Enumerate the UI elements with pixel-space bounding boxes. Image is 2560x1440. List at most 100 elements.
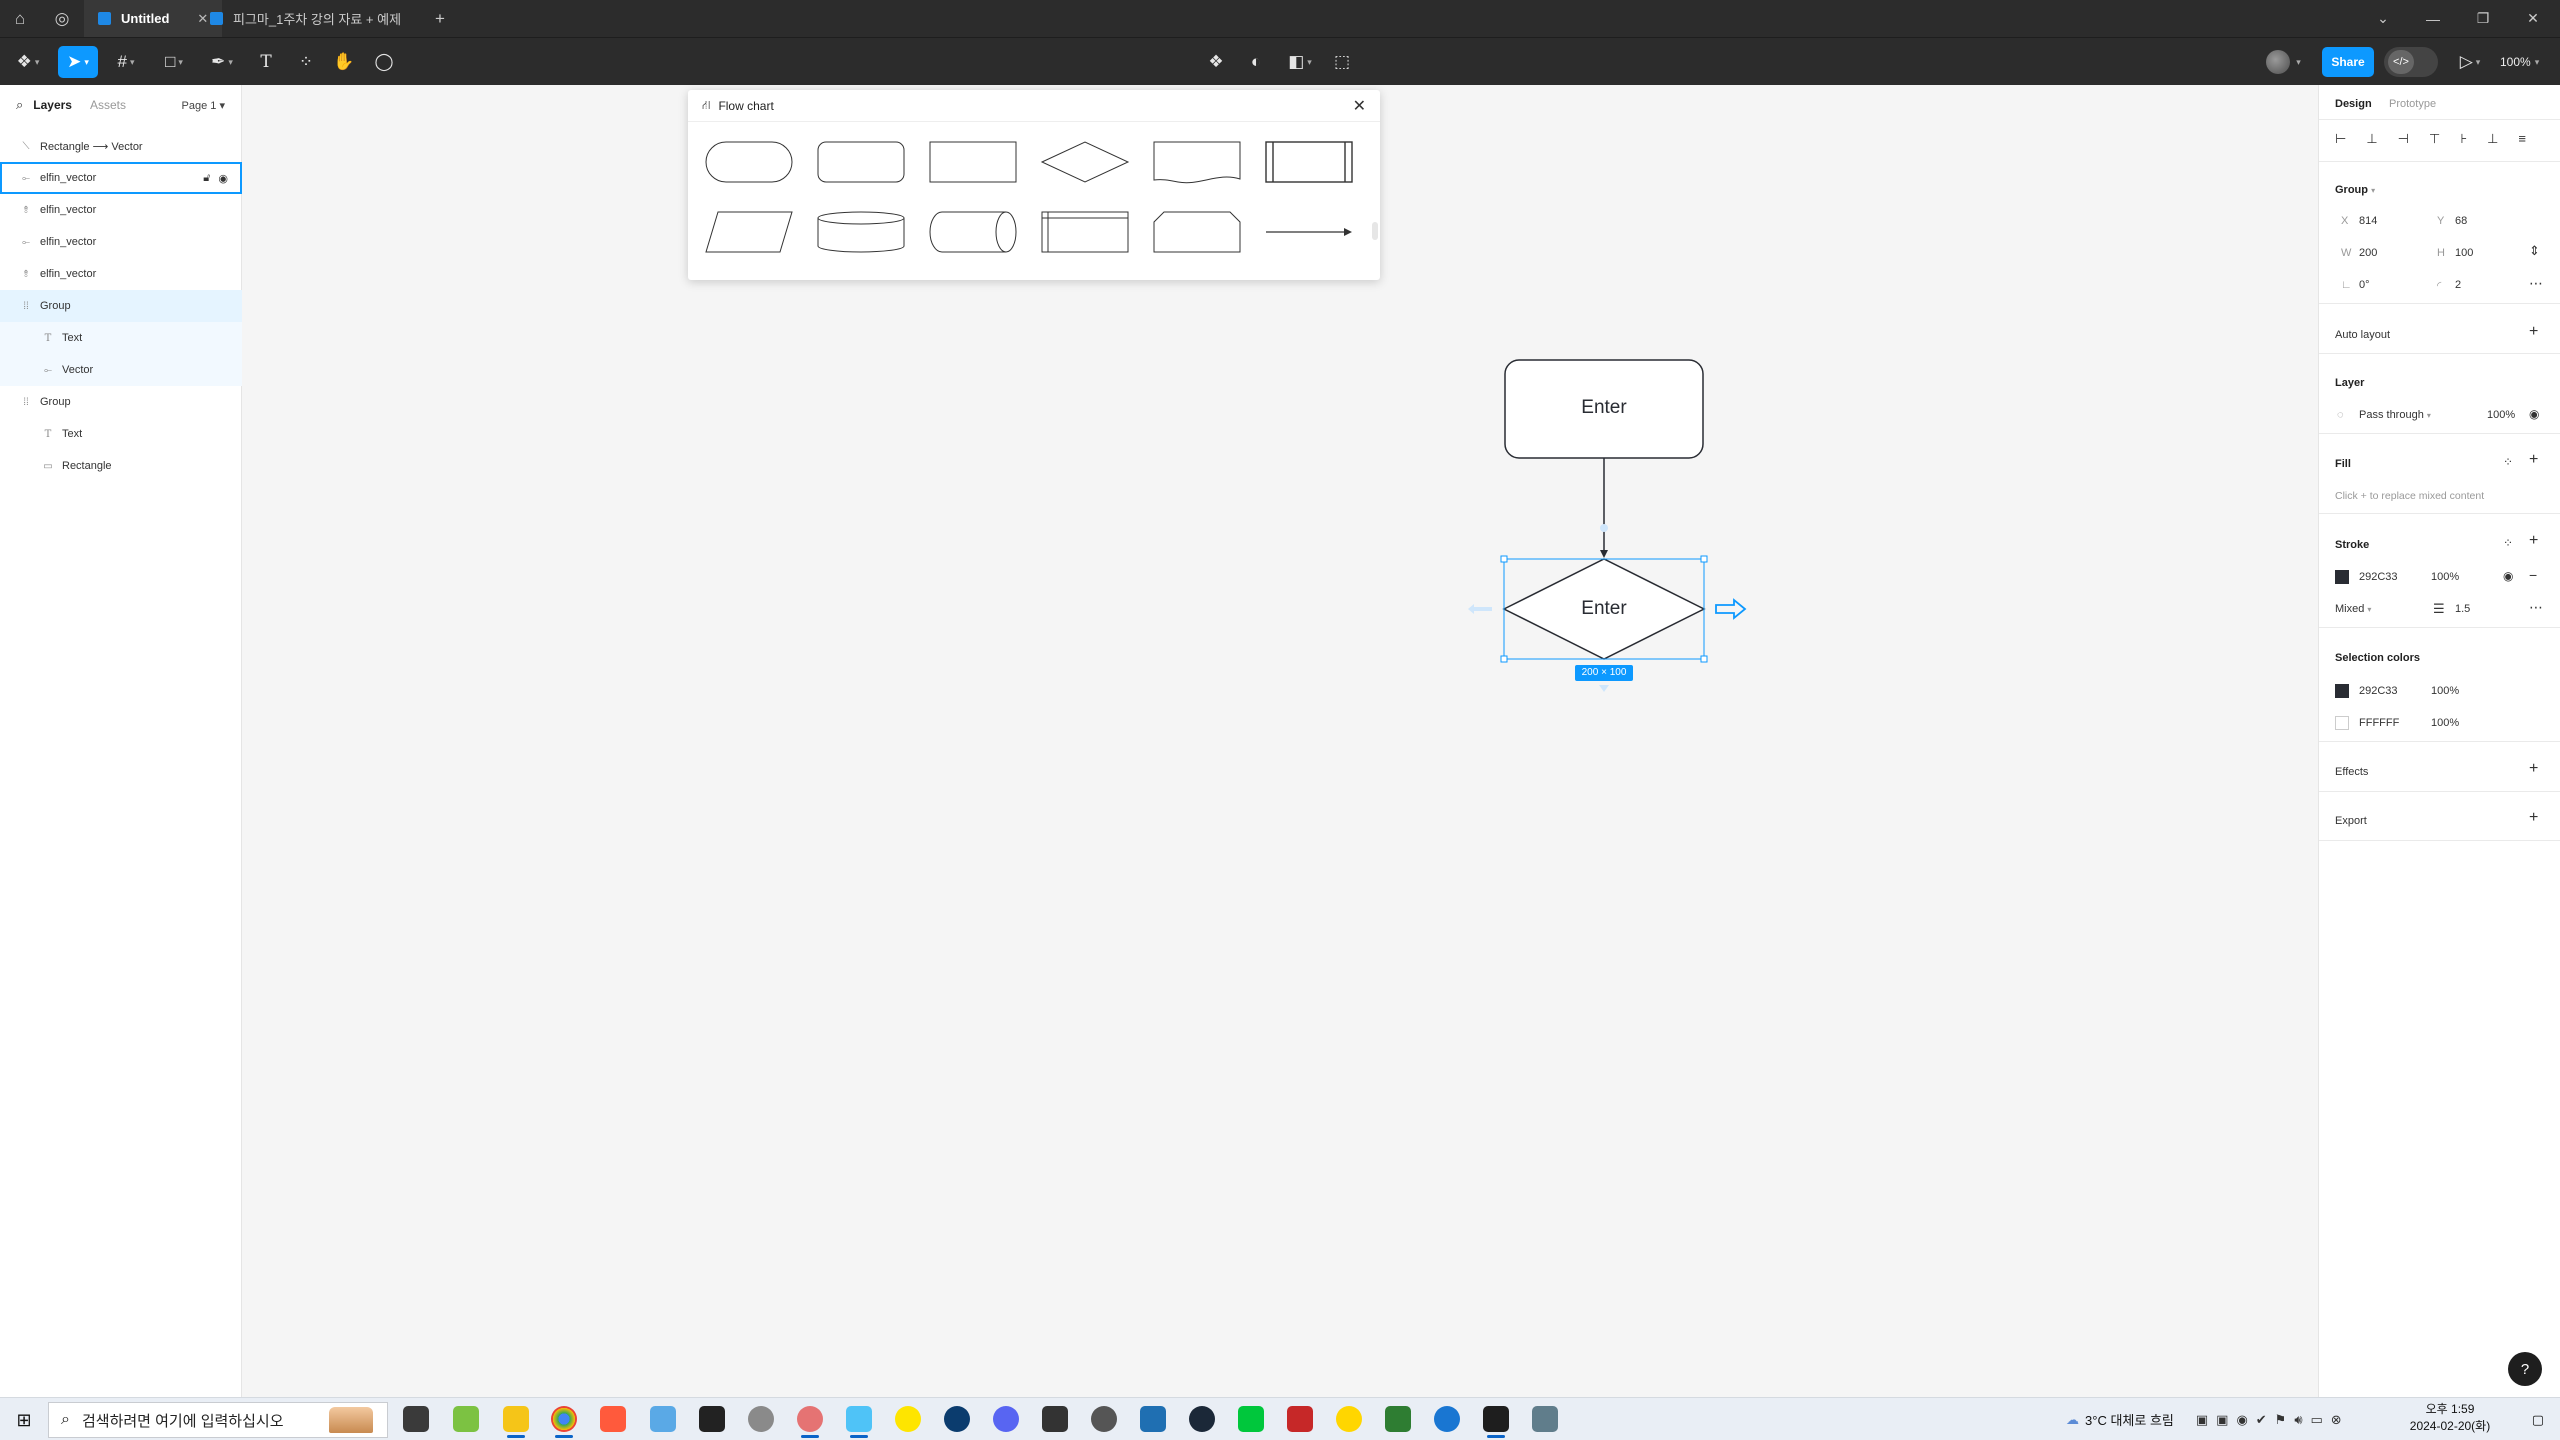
connection-handle-top[interactable] (1600, 524, 1608, 532)
crop-button[interactable]: ⬚ (1326, 46, 1358, 78)
minimize-icon[interactable]: — (2408, 0, 2458, 37)
dev-mode-toggle[interactable]: </> (2384, 47, 2438, 77)
avatar[interactable] (2266, 50, 2290, 74)
app-icon-red[interactable] (600, 1406, 626, 1432)
selection-color-swatch[interactable] (2335, 684, 2349, 698)
main-menu-button[interactable]: ❖ ▾ (12, 46, 44, 78)
help-button[interactable]: ? (2508, 1352, 2542, 1386)
resize-handle[interactable] (1700, 555, 1708, 563)
app-icon-navy[interactable] (944, 1406, 970, 1432)
resources-button[interactable]: ⁘ (290, 46, 322, 78)
add-stroke-icon[interactable]: + (2529, 532, 2538, 550)
more-options-icon[interactable]: ⋯ (2529, 599, 2543, 616)
text-tool-button[interactable]: T (250, 46, 282, 78)
stroke-swatch[interactable] (2335, 570, 2349, 584)
camera-icon[interactable] (1532, 1406, 1558, 1432)
component-button[interactable]: ❖ (1200, 46, 1232, 78)
app-icon-sticky[interactable] (699, 1406, 725, 1432)
shape-terminal[interactable] (705, 141, 793, 183)
figma-taskbar-icon[interactable] (1483, 1406, 1509, 1438)
close-window-icon[interactable]: ✕ (2508, 0, 2558, 37)
eye-icon[interactable]: ◉ (2529, 407, 2539, 421)
app-icon-arrow[interactable] (1434, 1406, 1460, 1432)
resize-handle[interactable] (1500, 555, 1508, 563)
corner-radius-field[interactable]: 2 (2455, 279, 2461, 291)
hand-tool-button[interactable]: ✋ (328, 46, 360, 78)
shape-process[interactable] (929, 141, 1017, 183)
canvas[interactable]: Enter Enter 200 × 100 (242, 85, 2318, 1397)
align-top-icon[interactable]: ⊤ (2429, 131, 2440, 147)
file-explorer-icon[interactable] (503, 1406, 529, 1438)
add-export-icon[interactable]: + (2529, 809, 2538, 827)
home-icon[interactable]: ⌂ (0, 0, 40, 37)
shape-stored-data[interactable] (929, 211, 1017, 253)
weather-text[interactable]: 3°C 대체로 흐림 (2085, 1410, 2174, 1429)
distribute-icon[interactable]: ≡ (2518, 131, 2526, 147)
align-right-icon[interactable]: ⊣ (2398, 131, 2409, 147)
remove-stroke-icon[interactable]: − (2529, 567, 2537, 583)
add-node-bottom-icon[interactable] (1599, 685, 1609, 692)
windows-start-icon[interactable]: ⊞ (10, 1406, 38, 1434)
page-selector[interactable]: Page 1 ▾ (182, 99, 225, 112)
stroke-color-field[interactable]: 292C33 (2359, 571, 2398, 583)
tab-assets[interactable]: Assets (90, 98, 126, 112)
add-effect-icon[interactable]: + (2529, 760, 2538, 778)
eye-icon[interactable]: ◉ (218, 172, 228, 185)
x-field[interactable]: 814 (2359, 215, 2377, 227)
restore-icon[interactable]: ❐ (2458, 0, 2508, 37)
align-left-icon[interactable]: ⊢ (2335, 131, 2346, 147)
add-node-right-icon[interactable] (1715, 598, 1747, 620)
task-view-icon[interactable] (403, 1406, 429, 1432)
w-field[interactable]: 200 (2359, 247, 2377, 259)
clock[interactable]: 오후 1:59 2024-02-20(화) (2408, 1401, 2492, 1435)
zoom-menu[interactable]: 100% ▾ (2500, 47, 2539, 77)
shape-tool-button[interactable]: □ ▾ (158, 46, 190, 78)
layer-row[interactable]: ⟜ Vector (0, 354, 242, 386)
frame-tool-button[interactable]: # ▾ (110, 46, 142, 78)
stroke-position-select[interactable]: Mixed ▾ (2335, 603, 2371, 615)
h-field[interactable]: 100 (2455, 247, 2473, 259)
comment-tool-button[interactable]: ◯ (368, 46, 400, 78)
align-bottom-icon[interactable]: ⊥ (2487, 131, 2498, 147)
app-icon-blue[interactable] (846, 1406, 872, 1438)
layer-row[interactable]: T Text (0, 322, 242, 354)
tab-design[interactable]: Design (2335, 98, 2372, 110)
layer-row[interactable]: ⟜ elfin_vector (0, 226, 242, 258)
pen-tool-button[interactable]: ✒ ▾ (206, 46, 238, 78)
selection-color-hex[interactable]: FFFFFF (2359, 717, 2399, 729)
plugin-scrollbar[interactable] (1372, 222, 1378, 240)
eye-icon[interactable]: ◉ (2503, 569, 2513, 583)
community-icon[interactable]: ◎ (42, 0, 82, 37)
discord-icon[interactable] (993, 1406, 1019, 1432)
blend-mode-select[interactable]: Pass through ▾ (2359, 409, 2431, 421)
selection-color-swatch[interactable] (2335, 716, 2349, 730)
add-fill-icon[interactable]: + (2529, 451, 2538, 469)
selection-color-opacity[interactable]: 100% (2431, 685, 2459, 697)
boolean-button[interactable]: ◧ ▾ (1284, 46, 1316, 78)
unlock-icon[interactable]: 🔓︎ (203, 172, 210, 185)
shape-document[interactable] (1153, 141, 1241, 184)
app-icon-gear-alt[interactable] (748, 1406, 774, 1432)
calculator-icon[interactable] (1140, 1406, 1166, 1432)
app-icon-notes[interactable] (453, 1406, 479, 1432)
app-icon-remote[interactable] (650, 1406, 676, 1432)
notification-icon[interactable]: ▢ (2532, 1412, 2544, 1428)
layer-row[interactable]: ⁞⁞ Group (0, 386, 242, 418)
present-button[interactable]: ▷ ▾ (2454, 46, 2486, 78)
chevron-down-icon[interactable]: ⌄ (2358, 0, 2408, 37)
add-node-left-icon[interactable] (1468, 604, 1492, 614)
shape-rounded-rectangle[interactable] (817, 141, 905, 183)
stroke-weight-field[interactable]: 1.5 (2455, 603, 2470, 615)
tab-lecture[interactable]: 피그마_1주차 강의 자료 + 예제 (196, 0, 415, 37)
mask-button[interactable]: ◐ (1240, 46, 1272, 78)
y-field[interactable]: 68 (2455, 215, 2467, 227)
style-grid-icon[interactable]: ⁘ (2503, 455, 2513, 469)
layer-opacity-field[interactable]: 100% (2487, 409, 2515, 421)
shape-manual-input[interactable] (1153, 211, 1241, 253)
align-center-icon[interactable]: ⊥ (2366, 131, 2377, 147)
move-tool-button[interactable]: ➤ ▾ (58, 46, 98, 78)
stroke-opacity-field[interactable]: 100% (2431, 571, 2459, 583)
layer-row[interactable]: ⥉ elfin_vector (0, 258, 242, 290)
shape-decision[interactable] (1040, 141, 1130, 183)
layer-row[interactable]: ⟍ Rectangle ⟶ Vector (0, 130, 242, 162)
